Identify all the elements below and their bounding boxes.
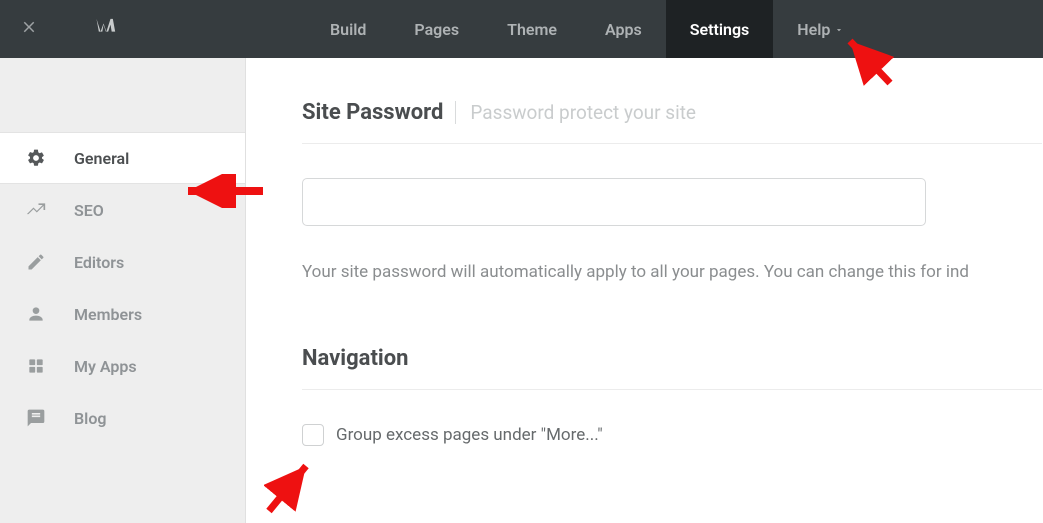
chevron-down-icon xyxy=(834,20,844,39)
sidebar-item-editors[interactable]: Editors xyxy=(0,236,245,288)
sidebar-item-label: General xyxy=(74,149,129,168)
sidebar-item-seo[interactable]: SEO xyxy=(0,184,245,236)
site-password-input[interactable] xyxy=(302,178,926,226)
divider xyxy=(302,389,1042,390)
gear-icon xyxy=(24,146,48,170)
site-password-title: Site Password xyxy=(302,100,443,125)
topnav-label: Apps xyxy=(605,20,642,39)
logo-icon xyxy=(93,13,121,45)
divider xyxy=(302,143,1042,144)
top-nav: Build Pages Theme Apps Settings Help xyxy=(306,0,868,58)
main-content: Site Password Password protect your site… xyxy=(246,58,1043,523)
sidebar-item-label: Blog xyxy=(74,409,106,428)
topnav-label: Settings xyxy=(690,20,750,39)
topnav-theme[interactable]: Theme xyxy=(483,0,581,58)
topnav-label: Help xyxy=(797,20,830,39)
person-icon xyxy=(24,302,48,326)
topnav-label: Pages xyxy=(414,20,459,39)
grid-icon xyxy=(24,354,48,378)
topnav-label: Build xyxy=(330,20,366,39)
comment-icon xyxy=(24,406,48,430)
sidebar-item-label: Members xyxy=(74,305,142,324)
sidebar-item-label: My Apps xyxy=(74,357,137,376)
close-icon xyxy=(20,18,38,40)
weebly-logo[interactable] xyxy=(78,13,136,45)
topnav-settings[interactable]: Settings xyxy=(666,0,774,58)
sidebar-item-blog[interactable]: Blog xyxy=(0,392,245,444)
sidebar-item-label: SEO xyxy=(74,201,104,220)
trend-icon xyxy=(24,198,48,222)
group-more-checkbox[interactable] xyxy=(302,424,324,446)
sidebar-item-members[interactable]: Members xyxy=(0,288,245,340)
close-button[interactable] xyxy=(0,0,58,58)
sidebar-item-myapps[interactable]: My Apps xyxy=(0,340,245,392)
site-password-subtitle: Password protect your site xyxy=(455,101,696,124)
topnav-build[interactable]: Build xyxy=(306,0,390,58)
topnav-apps[interactable]: Apps xyxy=(581,0,666,58)
pencil-icon xyxy=(24,250,48,274)
navigation-title: Navigation xyxy=(302,346,1043,371)
password-help-text: Your site password will automatically ap… xyxy=(302,262,1042,282)
topnav-help[interactable]: Help xyxy=(773,0,868,58)
sidebar-item-label: Editors xyxy=(74,253,124,272)
sidebar-item-general[interactable]: General xyxy=(0,132,245,184)
topnav-label: Theme xyxy=(507,20,557,39)
topnav-pages[interactable]: Pages xyxy=(390,0,483,58)
group-more-label: Group excess pages under "More..." xyxy=(336,425,603,445)
sidebar: General SEO Editors Members My Apps Blog xyxy=(0,58,246,523)
